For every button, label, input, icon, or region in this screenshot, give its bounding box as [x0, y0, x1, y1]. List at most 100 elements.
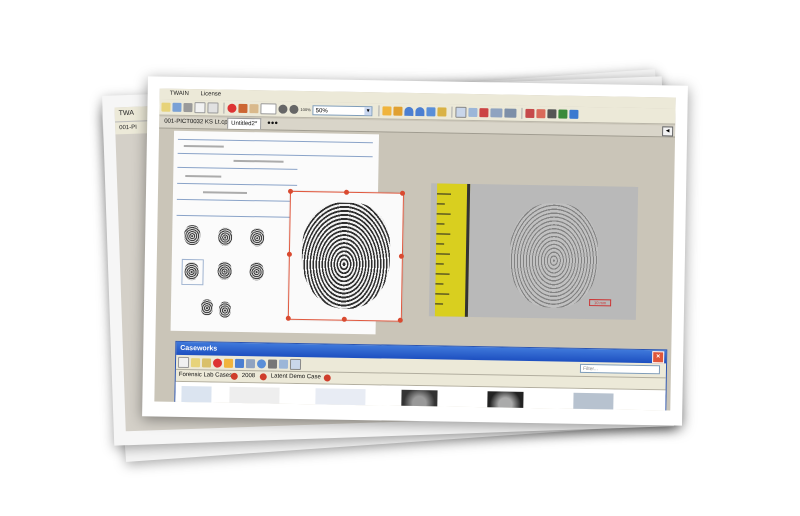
- rotate-right-icon[interactable]: [415, 106, 425, 117]
- separator: [521, 107, 523, 119]
- ruler-tick: [435, 283, 444, 285]
- view-icon[interactable]: [267, 358, 278, 369]
- fingerprint-thumb: [184, 261, 199, 281]
- folder-icon[interactable]: [190, 357, 201, 367]
- handwriting: [183, 144, 224, 148]
- menu-twain[interactable]: TWAIN: [170, 89, 189, 100]
- redo-icon[interactable]: [249, 104, 259, 114]
- properties-icon[interactable]: [245, 358, 256, 368]
- delete-icon[interactable]: [227, 103, 237, 113]
- more-tabs-button[interactable]: ●●●: [264, 118, 281, 128]
- handwriting: [185, 174, 222, 178]
- fingerprint-thumb: [217, 261, 232, 280]
- zoom-out-icon[interactable]: [289, 104, 299, 114]
- import-icon[interactable]: [234, 358, 245, 368]
- fingerprint-thumb: [250, 228, 265, 247]
- cut-icon[interactable]: [183, 102, 193, 113]
- crop-icon[interactable]: [455, 106, 467, 118]
- ruler-tick: [436, 233, 451, 235]
- copy-icon[interactable]: [194, 102, 206, 114]
- remove-crumb-icon[interactable]: [323, 374, 331, 382]
- list-icon[interactable]: [278, 359, 289, 369]
- selected-print-region[interactable]: [285, 188, 406, 323]
- separator: [451, 106, 453, 118]
- ruler-tick: [435, 253, 450, 255]
- breadcrumb-2008[interactable]: 2008: [242, 371, 256, 382]
- breadcrumb-forensic-lab-cases[interactable]: Forensic Lab Cases: [179, 370, 233, 382]
- form-line: [177, 166, 298, 170]
- case-thumbnail[interactable]: [315, 388, 366, 411]
- close-icon[interactable]: ×: [652, 351, 665, 364]
- filter-input[interactable]: Filter...: [579, 363, 661, 375]
- handwriting: [202, 191, 248, 195]
- zoom-100-label[interactable]: 100%: [300, 107, 310, 112]
- remove-crumb-icon[interactable]: [230, 372, 238, 380]
- export-icon[interactable]: [536, 109, 546, 119]
- paste-icon[interactable]: [207, 102, 219, 114]
- ruler-tick: [436, 243, 445, 245]
- print-icon[interactable]: [525, 108, 535, 119]
- separator: [223, 102, 225, 114]
- histogram-icon[interactable]: [547, 109, 557, 119]
- resize-handle[interactable]: [287, 188, 294, 194]
- flip-icon[interactable]: [426, 107, 436, 117]
- app-screen: TWAIN License 100% 50% ▼ 001-PICT0032 KS…: [154, 88, 676, 411]
- case-thumbnail[interactable]: [401, 389, 438, 411]
- form-line: [177, 152, 373, 158]
- fingerprint-thumb: [249, 262, 264, 281]
- zoom-select[interactable]: 50% ▼: [312, 104, 373, 116]
- resize-handle[interactable]: [285, 315, 291, 321]
- ruler-tick: [436, 213, 451, 215]
- case-thumbnail[interactable]: [181, 385, 212, 411]
- ruler-tick: [436, 203, 445, 205]
- open-icon[interactable]: [161, 102, 171, 112]
- resize-handle[interactable]: [397, 317, 403, 323]
- resize-handle[interactable]: [398, 253, 404, 259]
- edit-icon[interactable]: [223, 358, 234, 368]
- swap-icon[interactable]: [569, 109, 579, 119]
- details-icon[interactable]: [289, 358, 302, 370]
- tab-scroll-left-icon[interactable]: ◄: [662, 126, 674, 137]
- remove-crumb-icon[interactable]: [259, 373, 267, 381]
- case-thumbnail[interactable]: [229, 386, 280, 411]
- scan-icon[interactable]: [172, 102, 182, 112]
- resize-handle[interactable]: [399, 190, 406, 196]
- open-folder-icon[interactable]: [201, 357, 212, 367]
- zoom-in-icon[interactable]: [278, 104, 288, 114]
- zoom-value: 50%: [315, 107, 328, 114]
- menu-license[interactable]: License: [200, 89, 221, 100]
- case-thumbnail[interactable]: [573, 392, 614, 411]
- grid-icon[interactable]: [490, 108, 503, 118]
- brush-icon[interactable]: [437, 107, 447, 117]
- calibrate-icon[interactable]: [468, 107, 478, 118]
- handwriting: [233, 159, 284, 163]
- tab-untitled2[interactable]: Untitled2*: [227, 117, 262, 130]
- resize-handle[interactable]: [286, 251, 292, 257]
- latent-print-photo[interactable]: 10 mm: [428, 183, 639, 320]
- front-photo-frame: TWAIN License 100% 50% ▼ 001-PICT0032 KS…: [142, 76, 688, 426]
- fingerprint-thumb: [218, 227, 233, 246]
- ruler-tick: [436, 223, 445, 225]
- caseworks-title: Caseworks: [180, 344, 218, 353]
- measure-icon[interactable]: [479, 108, 489, 118]
- note-icon[interactable]: [393, 106, 403, 116]
- ruler-tick: [435, 303, 444, 305]
- fit-width-icon[interactable]: [260, 103, 277, 115]
- annotate-icon[interactable]: [382, 106, 392, 116]
- sort-icon[interactable]: [558, 109, 568, 119]
- case-thumbnail[interactable]: [487, 391, 524, 411]
- resize-handle[interactable]: [343, 189, 350, 195]
- undo-icon[interactable]: [238, 103, 248, 114]
- fingerprint-thumb: [200, 299, 214, 316]
- refresh-icon[interactable]: [256, 358, 267, 368]
- delete-icon[interactable]: [212, 357, 223, 368]
- resize-handle[interactable]: [341, 316, 347, 322]
- latent-fingerprint: [509, 202, 599, 309]
- rotate-left-icon[interactable]: [404, 106, 414, 116]
- chevron-down-icon[interactable]: ▼: [364, 106, 372, 115]
- ruler-tick: [436, 193, 452, 195]
- new-icon[interactable]: [177, 356, 190, 368]
- enlarged-fingerprint: [300, 202, 391, 310]
- layout-icon[interactable]: [504, 108, 517, 118]
- breadcrumb-latent-demo-case[interactable]: Latent Demo Case: [271, 372, 321, 384]
